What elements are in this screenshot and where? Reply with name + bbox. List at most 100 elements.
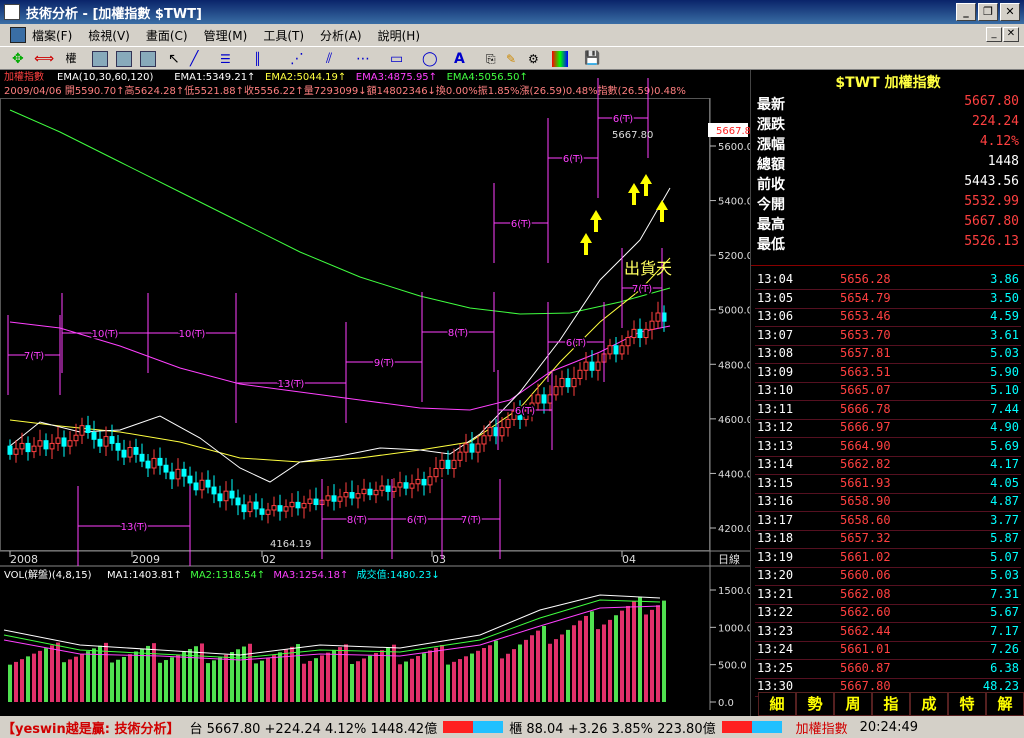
tick-row[interactable]: 13:07 5653.70 3.61 bbox=[755, 328, 1021, 346]
tick-time: 13:11 bbox=[757, 401, 794, 416]
tick-row[interactable]: 13:13 5664.90 5.69 bbox=[755, 439, 1021, 457]
candle-body bbox=[169, 471, 175, 480]
tick-row[interactable]: 13:14 5662.82 4.17 bbox=[755, 457, 1021, 475]
volume-bar bbox=[446, 664, 450, 702]
volume-bar bbox=[368, 655, 372, 702]
tick-row[interactable]: 13:21 5662.08 7.31 bbox=[755, 587, 1021, 605]
mdi-minimize-button[interactable]: _ bbox=[986, 27, 1002, 42]
vline-tool-icon[interactable]: ║ bbox=[254, 51, 270, 67]
text-tool-icon[interactable]: A bbox=[454, 51, 470, 67]
menu-view[interactable]: 檢視(V) bbox=[88, 27, 130, 44]
tick-row[interactable]: 13:11 5666.78 7.44 bbox=[755, 402, 1021, 420]
volume-bar bbox=[80, 653, 84, 702]
volume-bar bbox=[620, 610, 624, 702]
color-palette-icon[interactable] bbox=[552, 51, 568, 67]
tick-time: 13:24 bbox=[757, 642, 794, 656]
tick-row[interactable]: 13:12 5666.97 4.90 bbox=[755, 420, 1021, 438]
candle-body bbox=[499, 427, 505, 437]
move-icon[interactable]: ✥ bbox=[12, 51, 28, 67]
candle-body bbox=[661, 312, 667, 322]
layout-icon[interactable] bbox=[140, 51, 156, 67]
menu-manage[interactable]: 管理(M) bbox=[204, 27, 248, 44]
tick-price: 5667.80 bbox=[840, 679, 891, 693]
cycle-label: 13(T) bbox=[278, 379, 305, 390]
ellipse-tool-icon[interactable]: ◯ bbox=[422, 51, 438, 67]
menu-screen[interactable]: 畫面(C) bbox=[146, 27, 188, 44]
tick-row[interactable]: 13:15 5661.93 4.05 bbox=[755, 476, 1021, 494]
fan-tool-icon[interactable]: ⋰ bbox=[290, 51, 306, 67]
document-icon[interactable] bbox=[10, 27, 26, 43]
date-tick-label: 2008 bbox=[10, 553, 38, 566]
eraser-icon[interactable]: ✎ bbox=[506, 51, 522, 67]
volume-bar bbox=[440, 644, 444, 702]
volume-bar bbox=[530, 635, 534, 702]
tab-2[interactable]: 周 bbox=[834, 692, 872, 716]
volume-bar bbox=[290, 646, 294, 702]
minimize-button[interactable]: _ bbox=[956, 3, 976, 21]
tick-row[interactable]: 13:17 5658.60 3.77 bbox=[755, 513, 1021, 531]
volume-bar bbox=[560, 634, 564, 702]
tick-row[interactable]: 13:18 5657.32 5.87 bbox=[755, 531, 1021, 549]
tick-row[interactable]: 13:10 5665.07 5.10 bbox=[755, 383, 1021, 401]
tab-1[interactable]: 勢 bbox=[796, 692, 834, 716]
ema-legend-item: EMA2:5044.19↑ bbox=[265, 72, 346, 83]
tick-price: 5666.78 bbox=[840, 401, 891, 416]
tick-time: 13:20 bbox=[757, 568, 794, 582]
menu-file[interactable]: 檔案(F) bbox=[32, 27, 72, 44]
volume-bar bbox=[92, 648, 96, 702]
tick-time: 13:19 bbox=[757, 549, 794, 564]
tick-row[interactable]: 13:23 5662.44 7.17 bbox=[755, 624, 1021, 642]
arrows-icon[interactable]: ⟺ bbox=[34, 51, 54, 67]
hline-tool-icon[interactable]: ☰ bbox=[220, 51, 236, 67]
candle-body bbox=[505, 418, 511, 429]
tick-price: 5660.06 bbox=[840, 568, 891, 582]
menu-tools[interactable]: 工具(T) bbox=[263, 27, 304, 44]
tick-row[interactable]: 13:24 5661.01 7.26 bbox=[755, 642, 1021, 660]
candlestick-chart[interactable]: 加權指數 EMA(10,30,60,120) EMA1:5349.21↑ EMA2:5… bbox=[0, 70, 753, 720]
tick-price: 5654.79 bbox=[840, 290, 891, 305]
period-button[interactable]: 權 bbox=[60, 49, 82, 69]
tick-row[interactable]: 13:04 5656.28 3.86 bbox=[755, 272, 1021, 290]
candle-body bbox=[181, 468, 187, 477]
tab-5[interactable]: 特 bbox=[948, 692, 986, 716]
tick-row[interactable]: 13:09 5663.51 5.90 bbox=[755, 365, 1021, 383]
tick-row[interactable]: 13:25 5660.87 6.38 bbox=[755, 661, 1021, 679]
mdi-close-button[interactable]: ✕ bbox=[1003, 27, 1019, 42]
tick-row[interactable]: 13:16 5658.90 4.87 bbox=[755, 494, 1021, 512]
settings-icon[interactable]: ⚙ bbox=[528, 51, 544, 67]
tab-6[interactable]: 解 bbox=[986, 692, 1024, 716]
chart-window-icon[interactable] bbox=[92, 51, 108, 67]
volume-bar bbox=[452, 661, 456, 702]
tick-row[interactable]: 13:20 5660.06 5.03 bbox=[755, 568, 1021, 586]
up-arrow-icon bbox=[580, 233, 592, 255]
date-tick-label: 02 bbox=[262, 553, 276, 566]
tick-row[interactable]: 13:06 5653.46 4.59 bbox=[755, 309, 1021, 327]
tick-row[interactable]: 13:22 5662.60 5.67 bbox=[755, 605, 1021, 623]
menu-help[interactable]: 說明(H) bbox=[378, 27, 420, 44]
tick-row[interactable]: 13:05 5654.79 3.50 bbox=[755, 291, 1021, 309]
candle-body bbox=[451, 459, 457, 470]
rectangle-tool-icon[interactable]: ▭ bbox=[390, 51, 406, 67]
close-button[interactable]: ✕ bbox=[1000, 3, 1020, 21]
tick-row[interactable]: 13:19 5661.02 5.07 bbox=[755, 550, 1021, 568]
cursor-icon[interactable]: ↖ bbox=[168, 51, 184, 67]
quote-label: 總額 bbox=[757, 157, 785, 173]
tab-4[interactable]: 成 bbox=[910, 692, 948, 716]
channel-tool-icon[interactable]: ⫽ bbox=[326, 51, 342, 67]
candle-body bbox=[373, 489, 379, 496]
tick-row[interactable]: 13:08 5657.81 5.03 bbox=[755, 346, 1021, 364]
line-tool-icon[interactable]: ╱ bbox=[190, 51, 206, 67]
copy-icon[interactable]: ⎘ bbox=[486, 51, 502, 67]
price-tick-label: 5600.0 bbox=[718, 142, 750, 153]
tick-price: 5661.01 bbox=[840, 642, 891, 656]
volume-bar bbox=[206, 663, 210, 702]
split-window-icon[interactable] bbox=[116, 51, 132, 67]
cycle-label: 9(T) bbox=[374, 358, 394, 369]
parallel-tool-icon[interactable]: ⋯ bbox=[356, 51, 372, 67]
save-icon[interactable]: 💾 bbox=[584, 51, 600, 67]
menu-analysis[interactable]: 分析(A) bbox=[320, 27, 362, 44]
tab-3[interactable]: 指 bbox=[872, 692, 910, 716]
restore-button[interactable]: ❐ bbox=[978, 3, 998, 21]
quote-value: 1448 bbox=[987, 154, 1019, 169]
tab-0[interactable]: 細 bbox=[758, 692, 796, 716]
